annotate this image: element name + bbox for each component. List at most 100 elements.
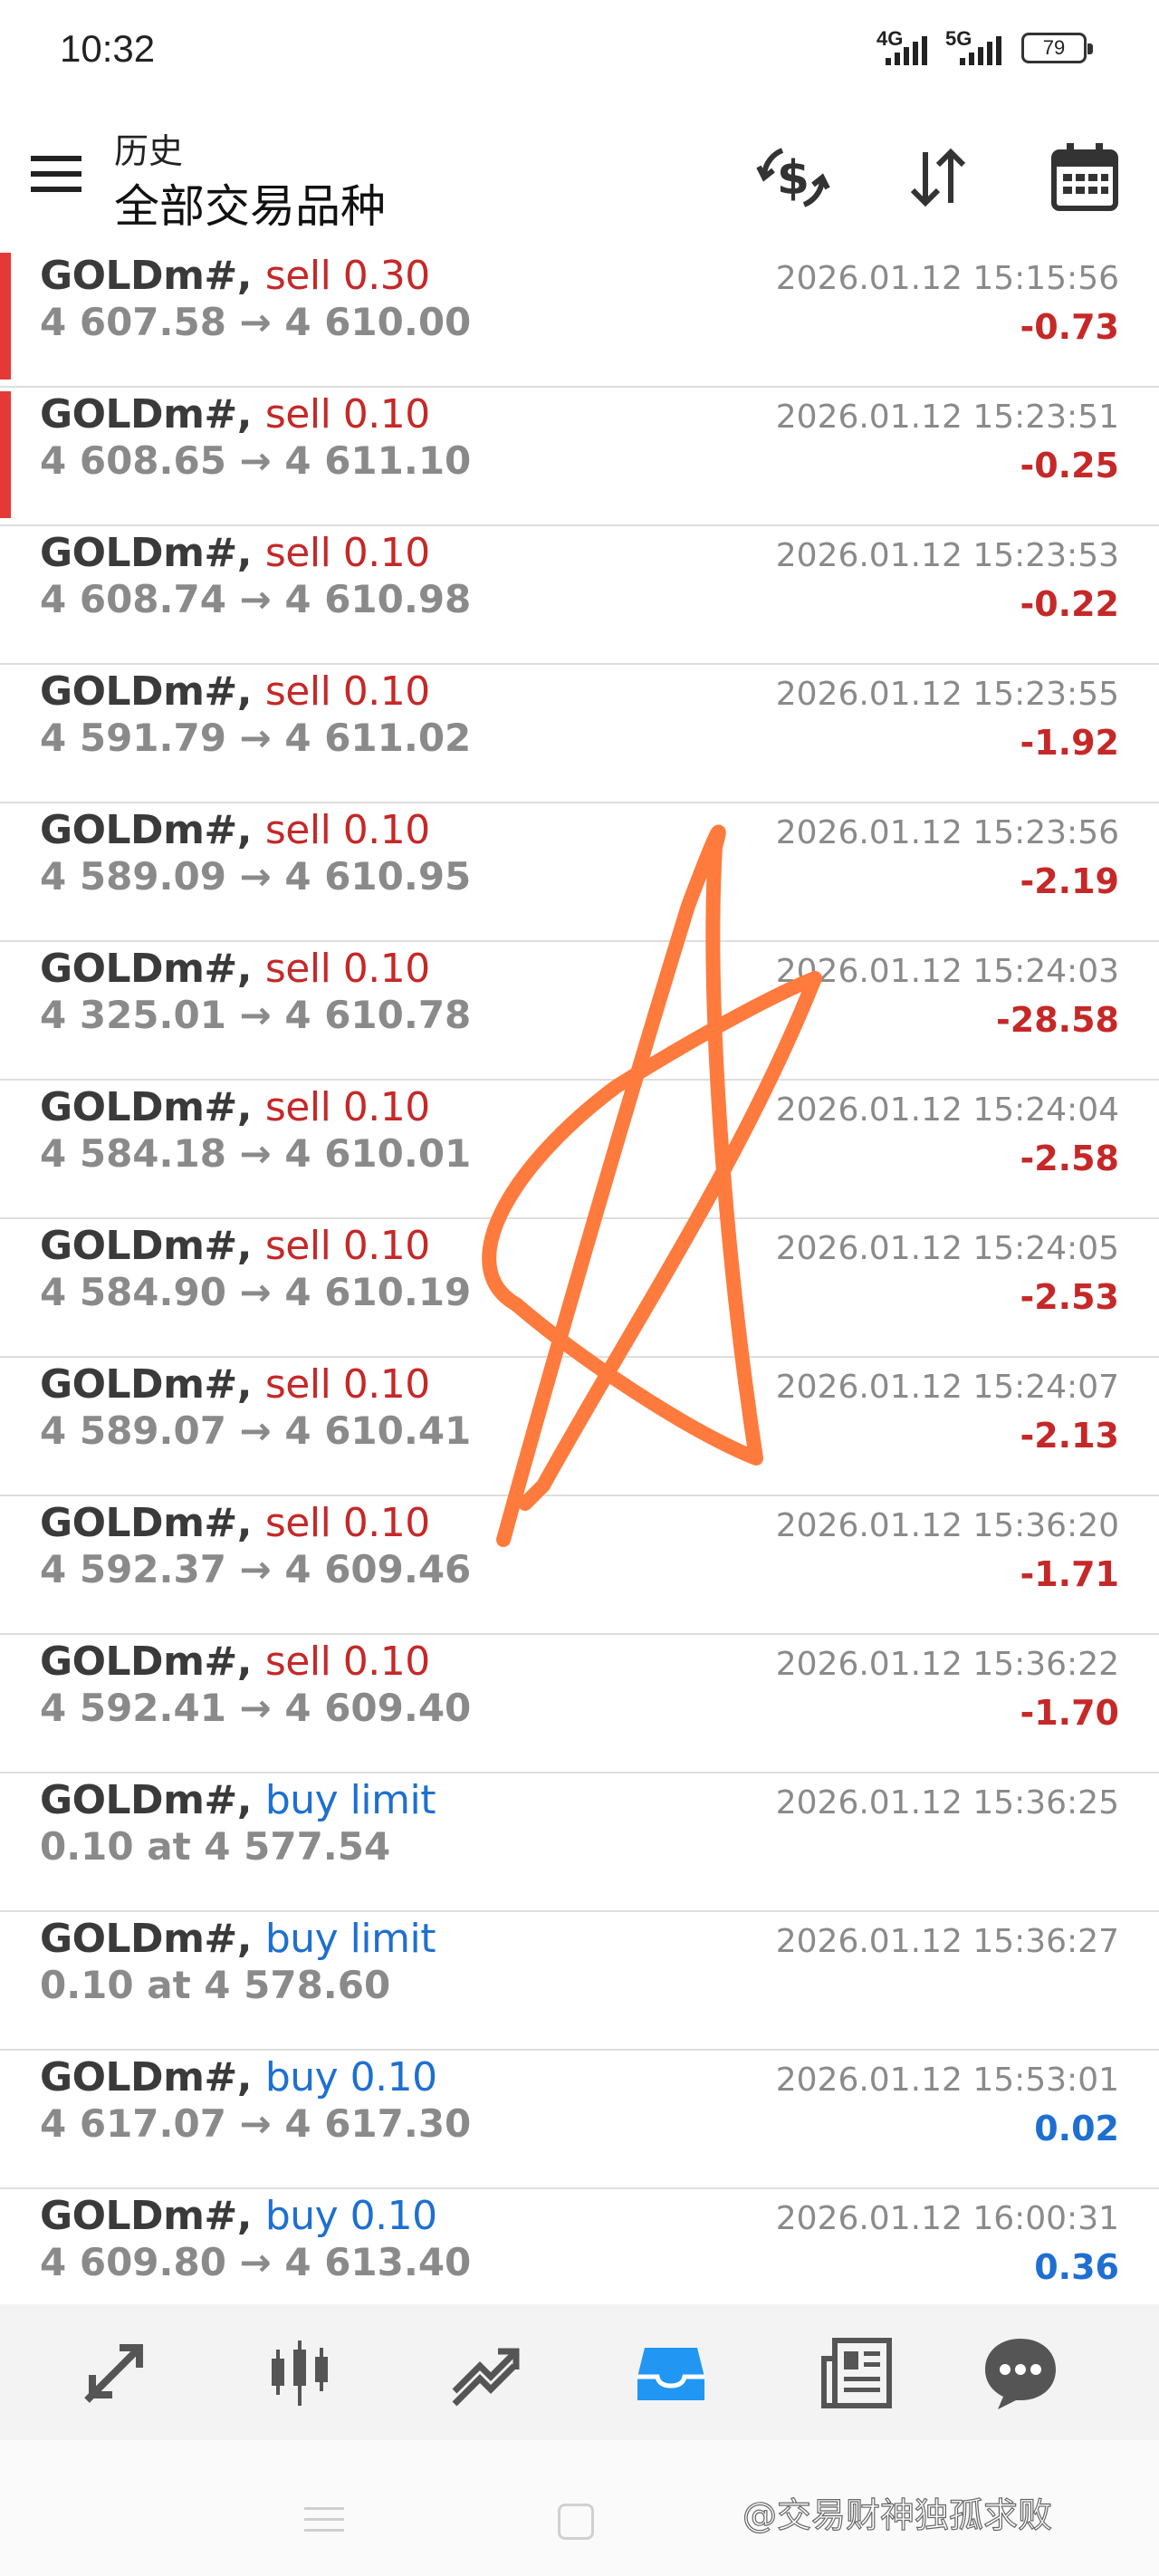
trade-time: 2026.01.12 15:36:27 <box>775 1923 1119 1960</box>
trade-profit: -28.58 <box>996 1000 1119 1040</box>
trade-icon[interactable] <box>444 2331 525 2413</box>
trade-row[interactable]: GOLDm#, sell 0.10 4 591.79 → 4 611.02 2026… <box>0 665 1159 803</box>
symbol-name: GOLDm#, <box>40 1500 253 1546</box>
signal-bars-icon <box>960 36 1001 65</box>
trade-action: sell 0.10 <box>264 1500 430 1546</box>
symbol-name: GOLDm#, <box>40 253 253 299</box>
trade-row[interactable]: GOLDm#, sell 0.10 4 325.01 → 4 610.78 2026… <box>0 942 1159 1081</box>
trade-action: buy 0.10 <box>264 2193 437 2239</box>
chat-icon[interactable] <box>980 2331 1061 2413</box>
trade-action: buy limit <box>264 1916 436 1962</box>
trade-row[interactable]: GOLDm#, sell 0.10 4 592.37 → 4 609.46 2026… <box>0 1496 1159 1635</box>
trade-profit: -2.13 <box>1020 1416 1119 1456</box>
symbol-name: GOLDm#, <box>40 1361 253 1408</box>
trade-symbol: GOLDm#, buy 0.10 <box>40 2193 437 2239</box>
trade-prices: 4 609.80 → 4 613.40 <box>40 2240 472 2284</box>
sort-icon[interactable] <box>900 139 976 216</box>
trade-row[interactable]: GOLDm#, buy limit 0.10 at 4 577.54 2026.01… <box>0 1773 1159 1912</box>
trade-action: sell 0.10 <box>264 807 430 853</box>
trade-prices: 4 584.90 → 4 610.19 <box>40 1270 472 1314</box>
row-marker <box>0 391 11 518</box>
trade-time: 2026.01.12 15:24:04 <box>775 1091 1119 1129</box>
trade-profit: -0.22 <box>1020 584 1119 624</box>
trade-prices: 4 617.07 → 4 617.30 <box>40 2101 472 2146</box>
trade-symbol: GOLDm#, sell 0.10 <box>40 668 430 715</box>
trade-profit: -1.70 <box>1020 1693 1119 1733</box>
trade-time: 2026.01.12 15:23:56 <box>775 814 1119 851</box>
trade-symbol: GOLDm#, buy limit <box>40 1777 436 1823</box>
trade-symbol: GOLDm#, sell 0.10 <box>40 1500 430 1546</box>
trade-row[interactable]: GOLDm#, buy limit 0.10 at 4 578.60 2026.01… <box>0 1912 1159 2051</box>
symbol-name: GOLDm#, <box>40 530 253 576</box>
trade-prices: 4 584.18 → 4 610.01 <box>40 1131 472 1176</box>
trade-action: sell 0.30 <box>264 253 430 299</box>
trade-row[interactable]: GOLDm#, sell 0.10 4 584.90 → 4 610.19 2026… <box>0 1219 1159 1358</box>
trade-row[interactable]: GOLDm#, sell 0.10 4 584.18 → 4 610.01 2026… <box>0 1081 1159 1219</box>
trade-profit: -2.53 <box>1020 1277 1119 1317</box>
menu-icon[interactable] <box>31 156 81 192</box>
trade-profit: -2.58 <box>1020 1139 1119 1178</box>
trade-time: 2026.01.12 15:23:53 <box>775 537 1119 574</box>
symbol-name: GOLDm#, <box>40 1223 253 1269</box>
symbol-name: GOLDm#, <box>40 1084 253 1130</box>
trade-symbol: GOLDm#, sell 0.10 <box>40 1223 430 1269</box>
symbol-name: GOLDm#, <box>40 2193 253 2239</box>
home-button[interactable] <box>558 2504 594 2540</box>
trade-symbol: GOLDm#, sell 0.10 <box>40 1361 430 1408</box>
trade-time: 2026.01.12 15:23:51 <box>775 399 1119 436</box>
trade-row[interactable]: GOLDm#, sell 0.30 4 607.58 → 4 610.00 2026… <box>0 249 1159 388</box>
trade-profit: -0.25 <box>1020 446 1119 485</box>
trade-action: sell 0.10 <box>264 1223 430 1269</box>
trade-row[interactable]: GOLDm#, sell 0.10 4 608.65 → 4 611.10 2026… <box>0 388 1159 526</box>
trade-prices: 4 589.07 → 4 610.41 <box>40 1408 472 1453</box>
trade-profit: 0.36 <box>1034 2247 1119 2287</box>
trade-prices: 4 607.58 → 4 610.00 <box>40 300 472 344</box>
trade-time: 2026.01.12 15:15:56 <box>775 260 1119 297</box>
calendar-icon[interactable] <box>1047 139 1123 216</box>
svg-text:$: $ <box>777 151 809 206</box>
trade-prices: 4 592.37 → 4 609.46 <box>40 1547 472 1591</box>
recents-button[interactable] <box>304 2507 344 2534</box>
watermark: @交易财神独孤求败 <box>742 2494 1053 2535</box>
chart-icon[interactable] <box>259 2331 340 2413</box>
page-title[interactable]: 全部交易品种 <box>114 170 386 235</box>
trade-row[interactable]: GOLDm#, sell 0.10 4 592.41 → 4 609.40 2026… <box>0 1635 1159 1773</box>
trade-action: sell 0.10 <box>264 530 430 576</box>
currency-exchange-icon[interactable]: $ <box>755 139 831 216</box>
news-icon[interactable] <box>817 2331 898 2413</box>
page-subtitle: 历史 <box>114 131 184 171</box>
trade-symbol: GOLDm#, sell 0.10 <box>40 807 430 853</box>
trade-symbol: GOLDm#, buy limit <box>40 1916 436 1962</box>
trade-time: 2026.01.12 15:36:22 <box>775 1646 1119 1683</box>
symbol-name: GOLDm#, <box>40 2054 253 2100</box>
quotes-icon[interactable] <box>74 2331 156 2413</box>
trade-action: buy 0.10 <box>264 2054 437 2100</box>
trade-profit: -1.92 <box>1020 723 1119 763</box>
signal-bars-icon <box>886 36 927 65</box>
clock: 10:32 <box>60 27 156 70</box>
trade-action: sell 0.10 <box>264 668 430 715</box>
symbol-name: GOLDm#, <box>40 391 253 437</box>
trade-symbol: GOLDm#, sell 0.10 <box>40 1639 430 1685</box>
bottom-navigation <box>0 2304 1159 2440</box>
trade-symbol: GOLDm#, sell 0.30 <box>40 253 430 299</box>
trade-symbol: GOLDm#, sell 0.10 <box>40 946 430 992</box>
trade-time: 2026.01.12 15:24:07 <box>775 1369 1119 1406</box>
trade-time: 2026.01.12 15:36:25 <box>775 1784 1119 1821</box>
trade-row[interactable]: GOLDm#, sell 0.10 4 608.74 → 4 610.98 2026… <box>0 526 1159 665</box>
symbol-name: GOLDm#, <box>40 668 253 715</box>
trade-time: 2026.01.12 15:24:03 <box>775 953 1119 990</box>
trade-time: 2026.01.12 15:23:55 <box>775 676 1119 713</box>
row-marker <box>0 253 11 380</box>
trade-row[interactable]: GOLDm#, buy 0.10 4 617.07 → 4 617.30 2026.… <box>0 2051 1159 2189</box>
history-icon[interactable] <box>630 2331 712 2413</box>
symbol-name: GOLDm#, <box>40 1777 253 1823</box>
trade-profit: -1.71 <box>1020 1554 1119 1594</box>
trade-time: 2026.01.12 15:53:01 <box>775 2062 1119 2099</box>
trade-row[interactable]: GOLDm#, sell 0.10 4 589.09 → 4 610.95 2026… <box>0 803 1159 942</box>
trade-row[interactable]: GOLDm#, sell 0.10 4 589.07 → 4 610.41 2026… <box>0 1358 1159 1496</box>
trade-time: 2026.01.12 15:24:05 <box>775 1230 1119 1267</box>
trade-prices: 0.10 at 4 578.60 <box>40 1963 391 2007</box>
trade-symbol: GOLDm#, buy 0.10 <box>40 2054 437 2100</box>
symbol-name: GOLDm#, <box>40 946 253 992</box>
